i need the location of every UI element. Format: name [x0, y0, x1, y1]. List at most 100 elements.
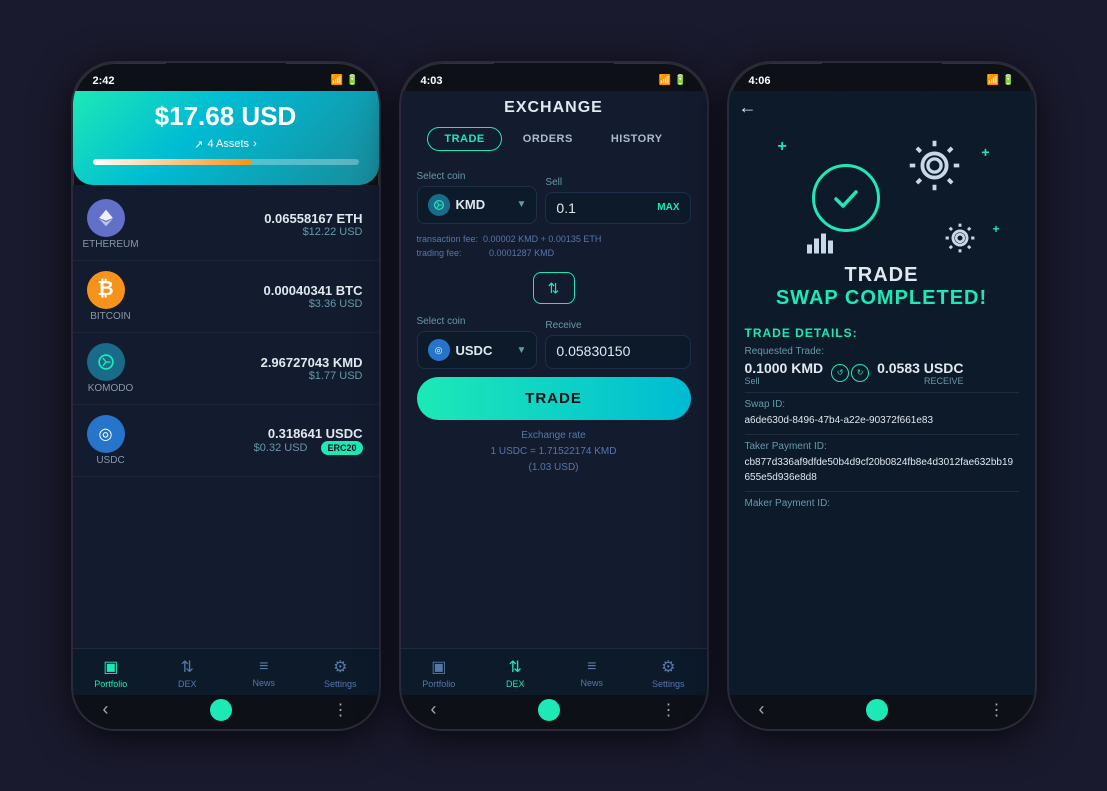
- portfolio-progress: [93, 159, 359, 165]
- home-circle-2[interactable]: [538, 699, 560, 721]
- usdc-usd: $0.32 USD: [254, 442, 308, 454]
- check-mark-icon: [830, 182, 862, 214]
- tab-history[interactable]: HISTORY: [594, 127, 680, 151]
- select-coin-label: Select coin: [417, 171, 538, 182]
- detail-divider-3: [745, 491, 1019, 492]
- time-3: 4:06: [749, 75, 771, 87]
- trade-complete-graphic: +: [729, 124, 1035, 264]
- exchange-tabs: TRADE ORDERS HISTORY: [421, 127, 687, 151]
- top-bar-3: ←: [729, 91, 1035, 124]
- settings-icon: ⚙: [333, 657, 347, 677]
- receive-sub-label: RECEIVE: [877, 376, 963, 386]
- swap-id-label: Swap ID:: [745, 399, 1019, 410]
- receive-label: Receive: [545, 320, 690, 331]
- list-item[interactable]: ETHEREUM 0.06558167 ETH $12.22 USD: [73, 189, 379, 261]
- usdc-label: USDC: [96, 455, 124, 466]
- home-lines-1[interactable]: ⋮: [333, 700, 349, 720]
- erc20-badge: ERC20: [321, 441, 362, 455]
- back-btn-2[interactable]: ‹: [431, 699, 437, 720]
- portfolio-header: $17.68 USD ↗ 4 Assets ›: [73, 91, 379, 185]
- progress-fill: [93, 159, 253, 165]
- phone-exchange: 4:03 📶 🔋 EXCHANGE TRADE ORDERS HISTORY S: [399, 61, 709, 731]
- kmd-amounts: 2.96727043 KMD $1.77 USD: [143, 355, 363, 382]
- kmd-selector[interactable]: KMD ▼: [417, 186, 538, 224]
- max-button[interactable]: MAX: [657, 202, 679, 213]
- time-2: 4:03: [421, 75, 443, 87]
- kmd-mini-icon: [428, 194, 450, 216]
- nav-portfolio-2[interactable]: ▣ Portfolio: [419, 657, 459, 689]
- time-1: 2:42: [93, 75, 115, 87]
- usdc-name: USDC: [456, 343, 511, 358]
- swap-direction-icon: ⇅: [548, 280, 560, 297]
- btc-crypto: 0.00040341 BTC: [143, 283, 363, 298]
- swap-arrows: ↺ ↻: [831, 364, 869, 382]
- exchange-rate: Exchange rate 1 USDC = 1.71522174 KMD (1…: [417, 428, 691, 476]
- bottom-nav-2: ▣ Portfolio ⇅ DEX ≡ News ⚙ Settings: [401, 648, 707, 695]
- sell-input: 0.1 MAX: [545, 192, 690, 224]
- usdc-mini-icon: ◎: [428, 339, 450, 361]
- nav-news-1[interactable]: ≡ News: [244, 658, 284, 688]
- trade-complete-title: TRADE SWAP COMPLETED!: [729, 264, 1035, 318]
- home-circle-3[interactable]: [866, 699, 888, 721]
- receive-input: 0.05830150: [545, 335, 690, 369]
- portfolio-icon: ▣: [103, 657, 118, 677]
- taker-payment-label: Taker Payment ID:: [745, 441, 1019, 452]
- status-icons-1: 📶 🔋: [331, 75, 359, 86]
- back-arrow-3[interactable]: ←: [739, 97, 757, 118]
- assets-link[interactable]: ↗ 4 Assets ›: [93, 138, 359, 151]
- swap-completed: SWAP COMPLETED!: [745, 287, 1019, 310]
- exchange-header: EXCHANGE TRADE ORDERS HISTORY: [401, 91, 707, 163]
- taker-payment-id: cb877d336af9dfde50b4d9cf20b0824fb8e4d301…: [745, 455, 1019, 485]
- trade-complete-screen: ← +: [729, 91, 1035, 729]
- sell-row: Select coin KMD ▼ Sell 0.1: [417, 171, 691, 224]
- tab-trade[interactable]: TRADE: [427, 127, 501, 151]
- list-item[interactable]: ◎ USDC 0.318641 USDC $0.32 USD ERC20: [73, 405, 379, 477]
- list-item[interactable]: KOMODO 2.96727043 KMD $1.77 USD: [73, 333, 379, 405]
- asset-list: ETHEREUM 0.06558167 ETH $12.22 USD ₿ BIT…: [73, 185, 379, 648]
- back-btn-3[interactable]: ‹: [759, 699, 765, 720]
- home-circle-1[interactable]: [210, 699, 232, 721]
- sell-label: Sell: [545, 177, 690, 188]
- phone-portfolio: 2:42 📶 🔋 $17.68 USD ↗ 4 Assets ›: [71, 61, 381, 731]
- home-lines-3[interactable]: ⋮: [989, 700, 1005, 720]
- notch-3: [822, 63, 942, 91]
- nav-dex-1[interactable]: ⇅ DEX: [167, 657, 207, 689]
- kmd-name: KMD: [456, 197, 511, 212]
- kmd-crypto: 2.96727043 KMD: [143, 355, 363, 370]
- eth-crypto: 0.06558167 ETH: [143, 211, 363, 226]
- nav-settings-2[interactable]: ⚙ Settings: [648, 657, 688, 689]
- home-lines-2[interactable]: ⋮: [661, 700, 677, 720]
- swap-arrow-right: ↻: [851, 364, 869, 382]
- nav-portfolio-1[interactable]: ▣ Portfolio: [91, 657, 131, 689]
- fee-info: transaction fee: 0.00002 KMD + 0.00135 E…: [417, 232, 691, 261]
- kmd-arrow: ▼: [517, 199, 527, 210]
- requested-trade-label: Requested Trade:: [745, 346, 1019, 357]
- portfolio-icon-2: ▣: [431, 657, 446, 677]
- home-bar-2: ‹ ⋮: [401, 695, 707, 729]
- receive-amount: 0.0583 USDC: [877, 360, 963, 376]
- news-icon-2: ≡: [587, 658, 596, 676]
- swap-direction-button[interactable]: ⇅: [533, 272, 575, 304]
- list-item[interactable]: ₿ BITCOIN 0.00040341 BTC $3.36 USD: [73, 261, 379, 333]
- trade-button[interactable]: TRADE: [417, 377, 691, 420]
- tab-orders[interactable]: ORDERS: [506, 127, 590, 151]
- eth-label: ETHEREUM: [82, 239, 138, 250]
- maker-payment-label: Maker Payment ID:: [745, 498, 1019, 509]
- home-bar-1: ‹ ⋮: [73, 695, 379, 729]
- dex-icon-2: ⇅: [509, 657, 522, 677]
- nav-news-2[interactable]: ≡ News: [572, 658, 612, 688]
- usdc-selector[interactable]: ◎ USDC ▼: [417, 331, 538, 369]
- swap-arrow-left: ↺: [831, 364, 849, 382]
- exchange-screen: EXCHANGE TRADE ORDERS HISTORY Select coi…: [401, 91, 707, 729]
- trade-complete-body: +: [729, 124, 1035, 695]
- kmd-icon: [87, 343, 125, 381]
- btc-icon: ₿: [87, 271, 125, 309]
- notch-2: [494, 63, 614, 91]
- nav-dex-2[interactable]: ⇅ DEX: [495, 657, 535, 689]
- back-btn-1[interactable]: ‹: [103, 699, 109, 720]
- nav-settings-1[interactable]: ⚙ Settings: [320, 657, 360, 689]
- dex-icon: ⇅: [181, 657, 194, 677]
- usdc-amounts: 0.318641 USDC $0.32 USD ERC20: [143, 426, 363, 455]
- btc-amounts: 0.00040341 BTC $3.36 USD: [143, 283, 363, 310]
- trade-amounts-row: 0.1000 KMD Sell ↺ ↻ 0.0583 USDC RECEIVE: [745, 360, 1019, 386]
